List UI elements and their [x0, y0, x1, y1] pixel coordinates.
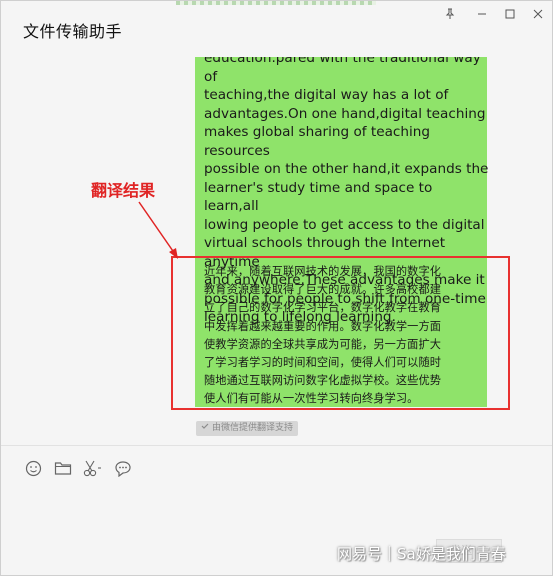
folder-icon[interactable]	[53, 458, 73, 478]
chat-bubble-icon[interactable]	[113, 458, 133, 478]
input-divider	[1, 445, 552, 446]
top-strip	[176, 1, 376, 5]
input-toolbar	[23, 458, 133, 478]
scissors-icon[interactable]	[83, 458, 103, 478]
translation-badge: 由微信提供翻译支持	[196, 421, 299, 436]
watermark: 网易号｜Sa娇是我们青春	[337, 545, 506, 563]
annotation-arrow-icon	[138, 201, 178, 259]
chat-title: 文件传输助手	[23, 22, 123, 41]
title-bar: 文件传输助手	[1, 1, 552, 57]
chat-window: 文件传输助手 education.pared with the traditio…	[0, 0, 553, 576]
minimize-icon[interactable]	[471, 5, 493, 23]
translation-badge-label: 由微信提供翻译支持	[212, 423, 294, 433]
annotation-label: 翻译结果	[91, 181, 156, 200]
chat-history[interactable]: education.pared with the traditional way…	[1, 57, 552, 445]
translation-highlight-box	[171, 256, 510, 410]
check-icon	[201, 421, 209, 436]
maximize-icon[interactable]	[499, 5, 521, 23]
pin-icon[interactable]	[439, 5, 461, 23]
emoji-icon[interactable]	[23, 458, 43, 478]
close-icon[interactable]	[527, 5, 549, 23]
